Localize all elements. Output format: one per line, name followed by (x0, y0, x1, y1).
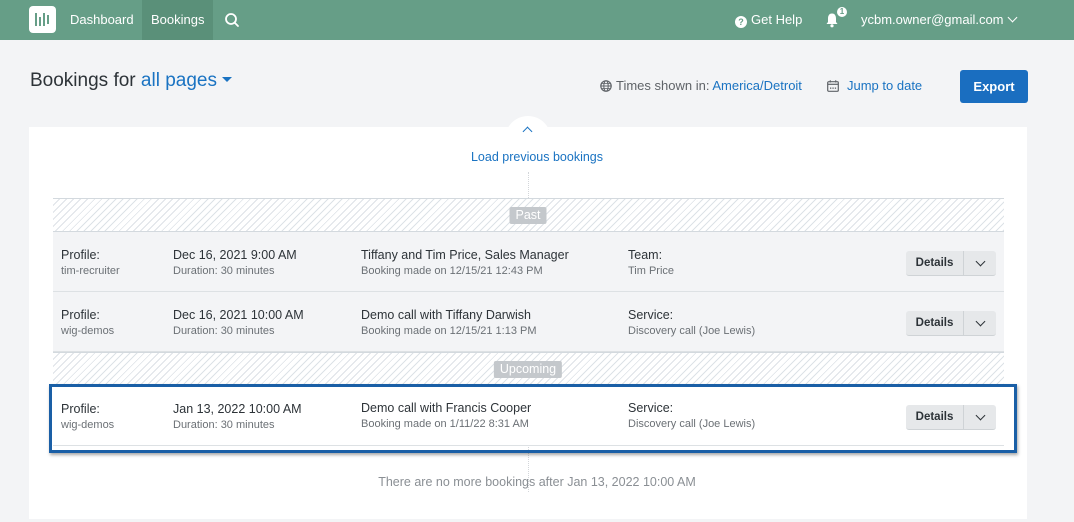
past-divider: Past (53, 198, 1004, 232)
details-button[interactable]: Details (906, 405, 964, 429)
booking-row: Profile: tim-recruiter Dec 16, 2021 9:00… (53, 232, 1004, 292)
type-value: Discovery call (Joe Lewis) (628, 418, 756, 430)
times-shown-label: Times shown in: (616, 78, 710, 93)
profile-value: tim-recruiter (61, 265, 120, 277)
get-help-label: Get Help (751, 12, 803, 27)
jump-to-date-label: Jump to date (847, 78, 923, 93)
booking-duration: Duration: 30 minutes (173, 419, 275, 431)
title-cell: Tiffany and Tim Price, Sales Manager Boo… (361, 247, 569, 279)
chevron-down-icon (975, 256, 986, 267)
booking-made-on: Booking made on 1/11/22 8:31 AM (361, 418, 529, 430)
type-value: Discovery call (Joe Lewis) (628, 325, 756, 337)
details-split-button: Details (906, 405, 996, 430)
details-split-button: Details (906, 311, 996, 336)
chevron-down-icon (1007, 12, 1017, 23)
type-cell: Service: Discovery call (Joe Lewis) (628, 307, 755, 339)
past-label: Past (509, 207, 547, 224)
details-button[interactable]: Details (906, 251, 964, 275)
upcoming-label: Upcoming (493, 361, 563, 378)
datetime-cell: Dec 16, 2021 9:00 AM Duration: 30 minute… (173, 247, 297, 279)
type-label: Team: (628, 248, 663, 262)
profile-label: Profile: (61, 308, 100, 322)
type-cell: Team: Tim Price (628, 247, 674, 279)
profile-label: Profile: (61, 402, 100, 416)
datetime-cell: Jan 13, 2022 10:00 AM Duration: 30 minut… (173, 401, 302, 433)
profile-value: wig-demos (61, 419, 115, 431)
profile-value: wig-demos (61, 325, 115, 337)
search-icon[interactable] (224, 12, 240, 28)
help-icon: ? (735, 16, 747, 28)
scope-label: all pages (140, 70, 217, 91)
user-menu[interactable]: ycbm.owner@gmail.com (861, 0, 1017, 40)
get-help-link[interactable]: ? Get Help (735, 0, 802, 40)
profile-cell: Profile: wig-demos (61, 401, 114, 433)
profile-label: Profile: (61, 248, 100, 262)
booking-datetime: Dec 16, 2021 9:00 AM (173, 248, 297, 262)
chevron-down-icon (975, 316, 986, 327)
nav-dashboard[interactable]: Dashboard (61, 0, 143, 40)
top-nav: Dashboard Bookings ? Get Help 1 ycbm.owne… (0, 0, 1074, 40)
jump-to-date-link[interactable]: Jump to date (827, 78, 922, 93)
caret-down-icon (221, 77, 232, 82)
booking-duration: Duration: 30 minutes (173, 265, 275, 277)
details-dropdown-button[interactable] (965, 251, 996, 275)
booking-row: Profile: wig-demos Dec 16, 2021 10:00 AM… (53, 292, 1004, 352)
export-button[interactable]: Export (960, 70, 1028, 103)
details-button[interactable]: Details (906, 311, 964, 335)
timezone-info: Times shown in: America/Detroit (600, 78, 802, 93)
booking-row: Profile: wig-demos Jan 13, 2022 10:00 AM… (53, 386, 1004, 446)
booking-datetime: Jan 13, 2022 10:00 AM (173, 402, 302, 416)
no-more-bookings-message: There are no more bookings after Jan 13,… (378, 475, 696, 489)
details-split-button: Details (906, 251, 996, 276)
booking-made-on: Booking made on 12/15/21 1:13 PM (361, 325, 537, 337)
page-title: Bookings for all pages (30, 70, 232, 92)
type-value: Tim Price (628, 265, 675, 277)
load-previous-bookings-link[interactable]: Load previous bookings (0, 150, 1074, 164)
details-dropdown-button[interactable] (965, 405, 996, 429)
booking-duration: Duration: 30 minutes (173, 325, 275, 337)
scope-dropdown[interactable]: all pages (141, 70, 232, 91)
page-title-prefix: Bookings for (30, 70, 136, 91)
notification-count-badge: 1 (837, 7, 847, 17)
title-cell: Demo call with Tiffany Darwish Booking m… (361, 307, 537, 339)
chevron-up-icon (522, 126, 533, 137)
type-label: Service: (628, 401, 674, 415)
load-previous-tab[interactable] (505, 116, 551, 146)
timezone-link[interactable]: America/Detroit (712, 78, 802, 93)
booking-title: Demo call with Tiffany Darwish (361, 308, 531, 322)
booking-title: Tiffany and Tim Price, Sales Manager (361, 248, 569, 262)
booking-title: Demo call with Francis Cooper (361, 401, 532, 415)
profile-cell: Profile: tim-recruiter (61, 247, 120, 279)
calendar-icon (827, 80, 839, 92)
type-label: Service: (628, 308, 674, 322)
title-cell: Demo call with Francis Cooper Booking ma… (361, 400, 531, 432)
logo-icon[interactable] (29, 6, 56, 33)
booking-datetime: Dec 16, 2021 10:00 AM (173, 308, 304, 322)
chevron-down-icon (975, 410, 986, 421)
upcoming-divider: Upcoming (53, 352, 1004, 386)
profile-cell: Profile: wig-demos (61, 307, 114, 339)
nav-bookings[interactable]: Bookings (142, 0, 214, 40)
globe-icon (600, 80, 612, 92)
datetime-cell: Dec 16, 2021 10:00 AM Duration: 30 minut… (173, 307, 304, 339)
user-email: ycbm.owner@gmail.com (861, 12, 1004, 27)
details-dropdown-button[interactable] (965, 311, 996, 335)
type-cell: Service: Discovery call (Joe Lewis) (628, 400, 755, 432)
booking-made-on: Booking made on 12/15/21 12:43 PM (361, 265, 543, 277)
